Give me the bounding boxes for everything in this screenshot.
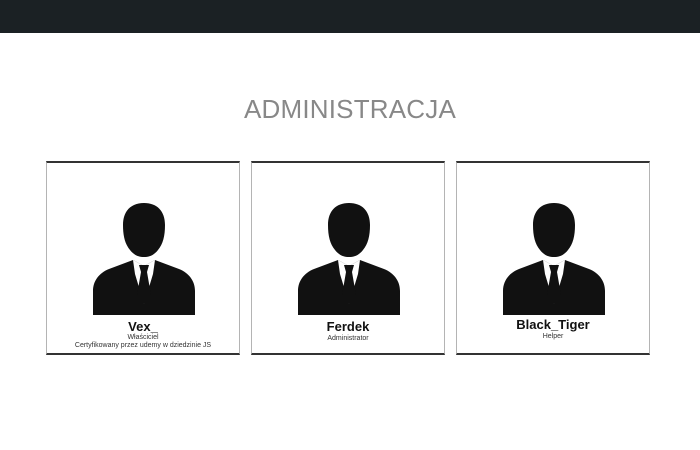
member-name: Black_Tiger <box>516 317 590 332</box>
user-silhouette-icon <box>298 203 400 315</box>
member-description: Certyfikowany przez udemy w dziedzinie J… <box>74 342 212 349</box>
user-silhouette-icon <box>93 203 195 315</box>
member-name: Vex_ <box>128 319 158 334</box>
member-role: Administrator <box>327 335 369 342</box>
team-card: Black_Tiger Helper <box>456 161 650 355</box>
member-name: Ferdek <box>326 319 370 334</box>
team-card: Vex_ Właściciel Certyfikowany przez udem… <box>46 161 240 355</box>
top-navbar <box>0 0 700 33</box>
member-role: Helper <box>542 333 564 340</box>
member-role: Właściciel <box>127 334 159 341</box>
team-card: Ferdek Administrator <box>251 161 445 355</box>
page-title: ADMINISTRACJA <box>243 94 457 124</box>
user-silhouette-icon <box>503 203 605 315</box>
